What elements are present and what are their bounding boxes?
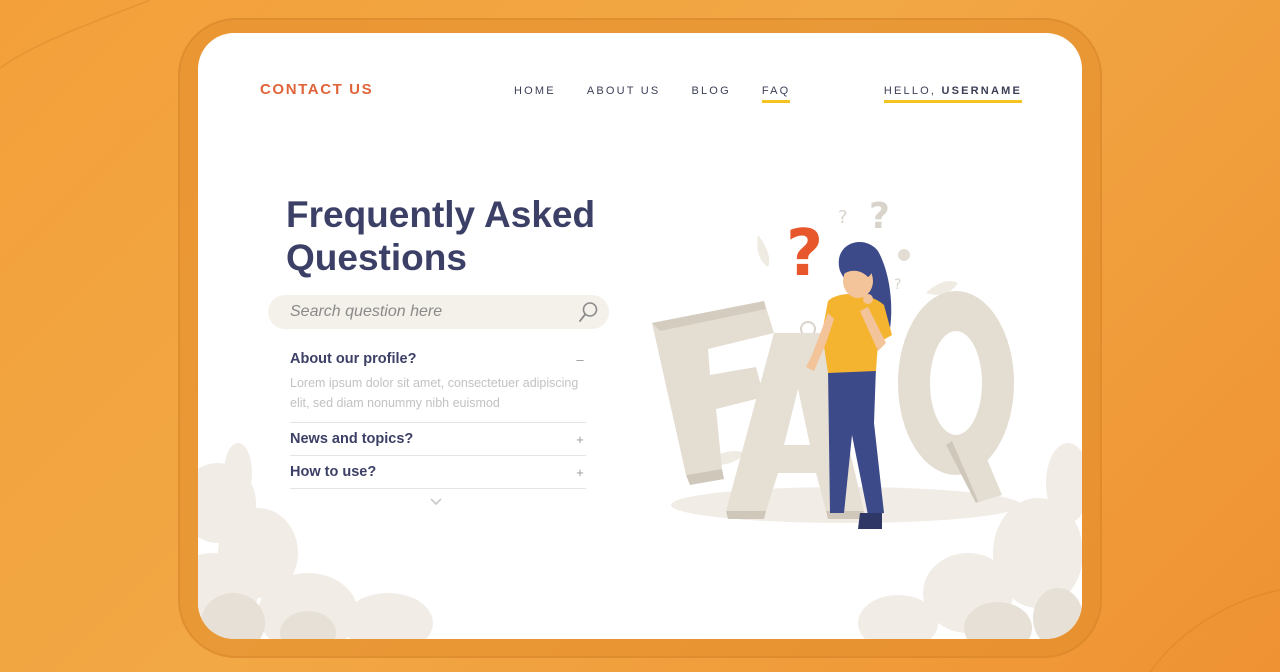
svg-text:?: ? (838, 207, 848, 228)
nav-home[interactable]: HOME (514, 85, 556, 103)
svg-text:?: ? (869, 196, 890, 237)
greeting-text: HELLO, (883, 85, 937, 97)
expand-icon[interactable]: + (574, 432, 586, 447)
faq-question: How to use? (290, 464, 377, 480)
search-input[interactable] (290, 295, 570, 329)
search-icon[interactable] (577, 301, 599, 323)
svg-text:?: ? (786, 217, 823, 291)
faq-question-row[interactable]: How to use? + (290, 464, 586, 480)
title-line-2: Questions (286, 237, 467, 278)
expand-icon[interactable]: + (574, 465, 586, 480)
nav-faq[interactable]: FAQ (761, 85, 791, 103)
username: USERNAME (941, 85, 1022, 97)
title-line-1: Frequently Asked (286, 194, 596, 235)
faq-item: About our profile? – Lorem ipsum dolor s… (290, 345, 586, 423)
svg-text:?: ? (894, 277, 901, 293)
user-greeting[interactable]: HELLO, USERNAME (883, 85, 1022, 103)
collapse-icon[interactable]: – (574, 352, 586, 367)
faq-question: About our profile? (290, 351, 417, 367)
faq-question: News and topics? (290, 431, 414, 447)
faq-item: How to use? + (290, 456, 586, 489)
faq-question-row[interactable]: News and topics? + (290, 431, 586, 447)
chevron-down-icon[interactable] (429, 497, 443, 507)
faq-question-row[interactable]: About our profile? – (290, 351, 586, 367)
page-card: CONTACT US HOME ABOUT US BLOG FAQ HELLO,… (198, 33, 1082, 639)
nav-about-us[interactable]: ABOUT US (587, 85, 661, 103)
search-bar (268, 295, 609, 329)
faq-answer: Lorem ipsum dolor sit amet, consectetuer… (290, 376, 579, 410)
contact-us-link[interactable]: CONTACT US (260, 81, 373, 98)
page-title: Frequently Asked Questions (286, 193, 626, 279)
nav-blog[interactable]: BLOG (691, 85, 730, 103)
faq-illustration: ? ? ? ? (652, 196, 1021, 529)
faq-accordion: About our profile? – Lorem ipsum dolor s… (290, 345, 586, 489)
main-nav: HOME ABOUT US BLOG FAQ (514, 85, 821, 103)
faq-item: News and topics? + (290, 423, 586, 456)
